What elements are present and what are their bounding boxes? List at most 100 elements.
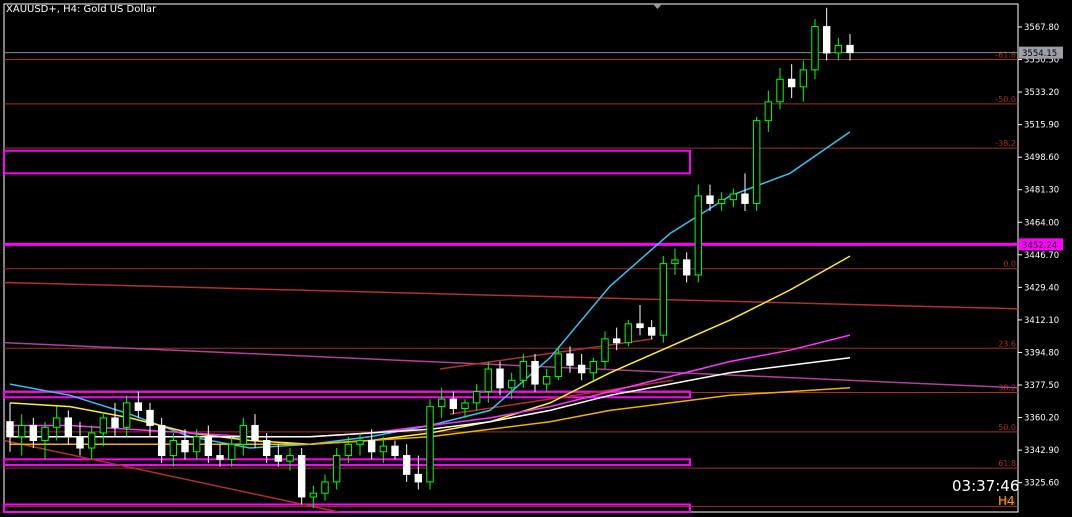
candle-body [227,443,236,460]
candle-body [472,391,481,404]
candle-body [402,455,411,475]
candle-body [6,421,14,438]
candle-body [484,368,493,393]
fib-level-label: 50.0 [998,423,1016,432]
plot-frame [3,3,1019,513]
y-axis-tick-label: 3412.10 [1024,316,1059,326]
candle-body [274,455,283,462]
candle-body [717,199,726,204]
price-tag-label: 3452.24 [1022,241,1057,251]
candle-body [519,360,528,381]
candle-body [297,455,306,498]
y-axis-tick-label: 3446.70 [1024,251,1059,261]
candle-body [356,440,364,445]
candle-body [204,436,213,457]
candle-body [122,402,131,428]
candle-body [554,353,563,378]
candle-body [822,26,831,54]
candle-body [741,193,749,204]
fib-level-label: -38.2 [995,139,1016,148]
candle-body [111,417,119,428]
candle-body [846,44,854,54]
y-axis-tick-label: 3360.20 [1024,414,1059,424]
candle-body [76,436,84,449]
y-axis-tick-label: 3394.80 [1024,348,1059,358]
candle-body [64,417,73,438]
candle-body [496,368,504,389]
candle-body [787,78,796,88]
candle-body [682,259,691,276]
candle-body [799,69,808,88]
fib-level-label: 23.6 [998,339,1016,348]
candle-body [29,424,38,442]
y-axis-tick-label: 3377.50 [1024,381,1059,391]
y-axis-tick-label: 3464.00 [1024,218,1059,228]
candle-body [636,323,644,329]
candle-body [134,402,143,411]
candle-body [367,440,376,453]
candle-body [169,440,178,457]
candle-body [694,195,703,276]
candle-body [437,398,446,408]
scroll-marker-icon [653,4,662,9]
candle-body [17,424,26,438]
fib-level-label: 0.0 [1003,260,1016,269]
y-axis-tick-label: 3515.90 [1024,121,1059,131]
candle-body [507,379,516,389]
candle-body [309,492,318,498]
candle-body [286,455,294,462]
candle-body [99,417,108,434]
bar-countdown: 03:37:46 [952,477,1020,495]
candle-body [251,424,259,442]
price-chart[interactable]: -61.8-50.0-38.20.023.638.250.061.878.635… [0,0,1072,517]
candle-body [729,193,738,201]
chart-title: XAUUSD+, H4: Gold US Dollar [6,4,157,15]
fib-level-label: -61.8 [995,51,1016,60]
candle-body [752,120,761,204]
candle-body [157,424,166,457]
supply-demand-zone [3,503,691,513]
candle-body [577,364,586,374]
y-axis-tick-label: 3567.80 [1024,23,1059,33]
candle-body [612,338,621,344]
y-axis-tick-label: 3533.20 [1024,88,1059,98]
candle-body [414,473,423,483]
candle-body [811,26,819,71]
y-axis-tick-label: 3498.60 [1024,153,1059,163]
candle-body [87,432,96,449]
candle-body [531,360,539,385]
candle-body [601,338,609,362]
candle-body [426,406,434,483]
candle-body [262,440,271,457]
candle-body [344,443,353,457]
price-tag-label: 3554.15 [1022,49,1057,59]
candle-body [647,327,656,336]
supply-demand-zone [3,149,691,175]
candle-body [706,195,714,204]
candle-body [764,101,773,122]
y-axis-tick-label: 3342.90 [1024,446,1059,456]
trendline [3,281,1019,310]
candle-body [332,455,341,483]
candle-body [566,353,574,366]
candle-body [542,376,551,385]
candle-body [589,360,598,374]
candle-body [216,455,224,460]
candle-body [671,259,679,265]
candle-body [776,78,784,103]
y-axis-tick-label: 3429.40 [1024,283,1059,293]
candle-body [449,398,458,410]
y-axis-tick-label: 3325.60 [1024,479,1059,489]
fib-level-label: 61.8 [998,459,1016,468]
candle-body [192,436,201,453]
candle-body [461,402,469,410]
candle-body [391,445,399,457]
candle-body [239,424,248,445]
supply-demand-zone [3,390,691,399]
candle-body [52,417,61,428]
candle-body [321,481,329,494]
fib-level-label: -50.0 [995,95,1016,104]
candle-body [379,445,388,453]
chart-window: -61.8-50.0-38.20.023.638.250.061.878.635… [0,0,1072,517]
trendline [439,338,654,370]
